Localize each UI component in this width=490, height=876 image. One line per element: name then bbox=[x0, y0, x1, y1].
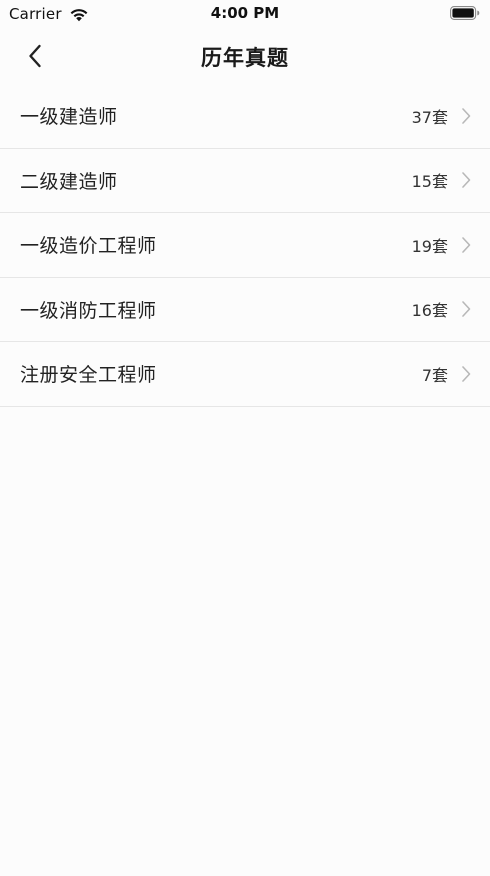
status-bar: Carrier 4:00 PM bbox=[0, 0, 490, 30]
list-item-count: 16套 bbox=[411, 301, 448, 321]
list-item-title: 一级造价工程师 bbox=[20, 235, 157, 258]
chevron-right-icon bbox=[462, 172, 471, 189]
page-title: 历年真题 bbox=[201, 46, 289, 70]
nav-bar: 历年真题 bbox=[0, 30, 490, 82]
list-item-title: 二级建造师 bbox=[20, 170, 118, 193]
list-item-title: 一级消防工程师 bbox=[20, 299, 157, 322]
list-item-erjian[interactable]: 二级建造师 15套 bbox=[0, 149, 490, 213]
list-item-title: 注册安全工程师 bbox=[20, 364, 157, 387]
list-item-zaojia[interactable]: 一级造价工程师 19套 bbox=[0, 213, 490, 278]
list-item-title: 一级建造师 bbox=[20, 106, 118, 129]
chevron-right-icon bbox=[462, 365, 471, 382]
list-item-count: 7套 bbox=[421, 365, 448, 385]
list-item-count: 19套 bbox=[411, 236, 448, 256]
screen: Carrier 4:00 PM 历年真题 一级建造师 37套 二级建造师 15套… bbox=[0, 0, 490, 876]
status-time: 4:00 PM bbox=[210, 4, 280, 22]
list-item-anquan[interactable]: 注册安全工程师 7套 bbox=[0, 342, 490, 407]
battery-icon bbox=[450, 6, 480, 20]
chevron-right-icon bbox=[462, 301, 471, 318]
exam-list: 一级建造师 37套 二级建造师 15套 一级造价工程师 19套 一级消防工程师 … bbox=[0, 84, 490, 407]
chevron-right-icon bbox=[462, 236, 471, 253]
list-item-yijian[interactable]: 一级建造师 37套 bbox=[0, 84, 490, 149]
list-item-xiaofang[interactable]: 一级消防工程师 16套 bbox=[0, 278, 490, 342]
list-item-count: 37套 bbox=[411, 107, 448, 127]
list-item-count: 15套 bbox=[411, 172, 448, 192]
chevron-right-icon bbox=[462, 107, 471, 124]
